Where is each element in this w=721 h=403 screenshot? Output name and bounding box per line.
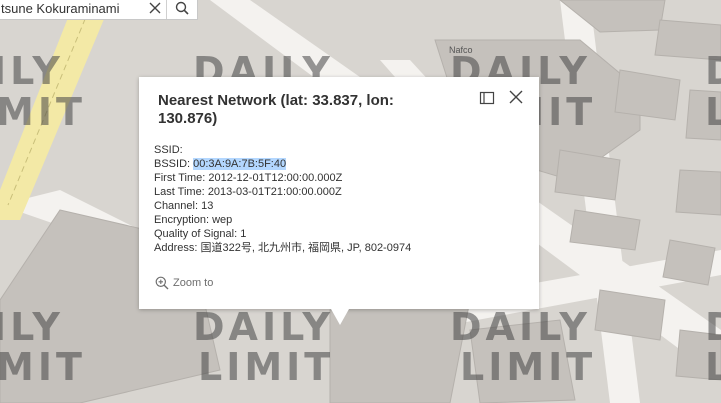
channel-label: Channel: [154, 200, 199, 212]
zoom-to-label: Zoom to [173, 277, 214, 289]
bssid-label: BSSID: [154, 158, 191, 170]
encryption-label: Encryption: [154, 214, 210, 226]
map-place-label: Nafco [449, 45, 473, 55]
last-time-label: Last Time: [154, 186, 205, 198]
last-time-value: 2013-03-01T21:00:00.000Z [207, 186, 342, 198]
address-label: Address: [154, 242, 198, 254]
bssid-value[interactable]: 00:3A:9A:7B:5F:40 [193, 158, 287, 170]
popup-pointer [331, 309, 349, 325]
map-building [685, 89, 721, 141]
quality-label: Quality of Signal: [154, 228, 238, 240]
zoom-to-link[interactable]: Zoom to [155, 276, 213, 290]
ssid-row: SSID: [154, 143, 411, 157]
ssid-label: SSID: [154, 144, 183, 156]
dock-button[interactable] [479, 90, 495, 106]
zoom-in-icon [155, 276, 169, 290]
bssid-row: BSSID: 00:3A:9A:7B:5F:40 [154, 157, 411, 171]
map-building [469, 319, 576, 403]
first-time-row: First Time: 2012-12-01T12:00:00.000Z [154, 171, 411, 185]
map-building [662, 239, 716, 286]
popup-content: SSID: BSSID: 00:3A:9A:7B:5F:40 First Tim… [154, 143, 411, 255]
search-input[interactable]: tsune Kokuraminami [0, 1, 144, 16]
close-icon [509, 90, 523, 104]
dock-icon [479, 91, 495, 105]
address-row: Address: 国道322号, 北九州市, 福岡県, JP, 802-0974 [154, 241, 411, 255]
encryption-value: wep [212, 214, 233, 226]
last-time-row: Last Time: 2013-03-01T21:00:00.000Z [154, 185, 411, 199]
close-popup-button[interactable] [508, 89, 524, 105]
channel-row: Channel: 13 [154, 199, 411, 213]
search-button[interactable] [166, 0, 197, 19]
encryption-row: Encryption: wep [154, 213, 411, 227]
close-icon [149, 2, 161, 14]
first-time-label: First Time: [154, 172, 206, 184]
channel-value: 13 [201, 200, 214, 212]
popup-title: Nearest Network (lat: 33.837, lon: 130.8… [158, 92, 394, 127]
search-icon [175, 1, 189, 15]
close-icon[interactable] [144, 0, 166, 19]
map-building [654, 19, 721, 61]
map-building [675, 169, 721, 216]
address-value: 国道322号, 北九州市, 福岡県, JP, 802-0974 [200, 242, 412, 254]
network-popup: Nearest Network (lat: 33.837, lon: 130.8… [139, 77, 539, 309]
map-building [329, 299, 471, 403]
map-building [675, 329, 721, 381]
quality-row: Quality of Signal: 1 [154, 227, 411, 241]
search-bar: tsune Kokuraminami [0, 0, 198, 20]
first-time-value: 2012-12-01T12:00:00.000Z [208, 172, 343, 184]
quality-value: 1 [240, 228, 247, 240]
